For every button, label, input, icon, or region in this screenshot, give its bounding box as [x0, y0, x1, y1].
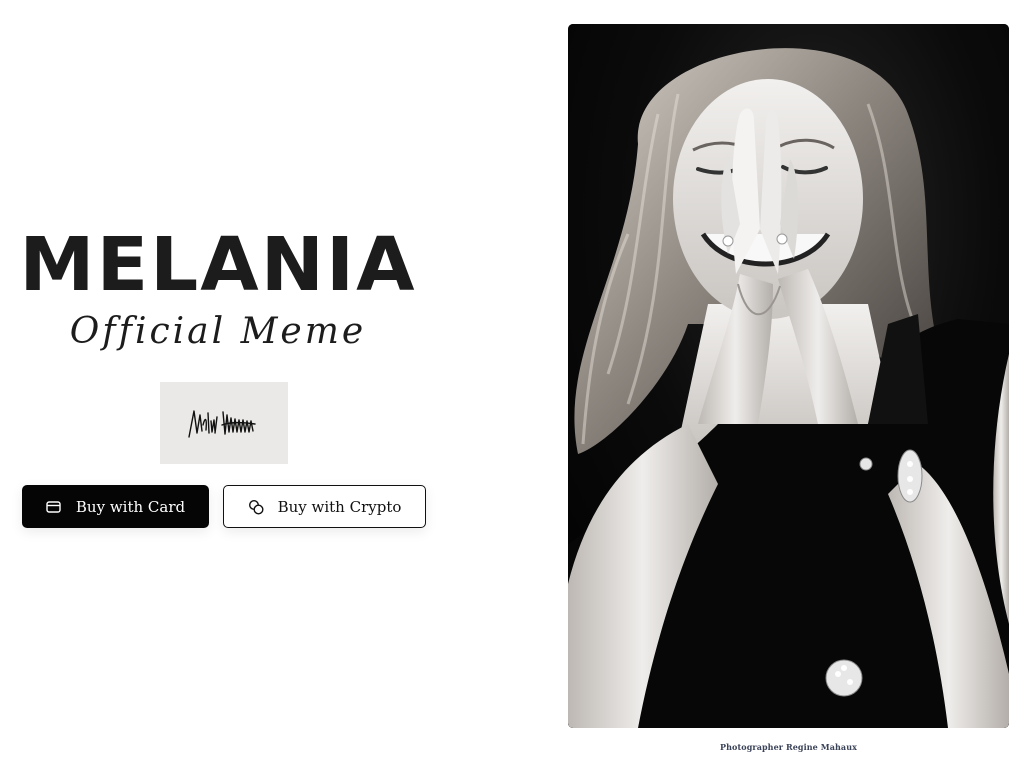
- brand-title: MELANIA: [19, 222, 417, 308]
- portrait-photo: [568, 24, 1009, 728]
- brand-subtitle: Official Meme: [69, 311, 367, 352]
- portrait-illustration: [568, 24, 1009, 728]
- coins-icon: [248, 499, 264, 515]
- hero-section: MELANIA Official Meme Buy with Card Buy …: [0, 0, 560, 760]
- buy-with-crypto-label: Buy with Crypto: [277, 497, 402, 516]
- credit-card-icon: [46, 499, 62, 515]
- signature-graphic: [188, 410, 256, 438]
- buy-with-card-label: Buy with Card: [75, 497, 186, 516]
- buy-with-card-button[interactable]: Buy with Card: [22, 485, 209, 528]
- signature-image: [160, 382, 288, 464]
- photo-caption: Photographer Regine Mahaux: [720, 742, 857, 752]
- buy-with-crypto-button[interactable]: Buy with Crypto: [223, 485, 426, 528]
